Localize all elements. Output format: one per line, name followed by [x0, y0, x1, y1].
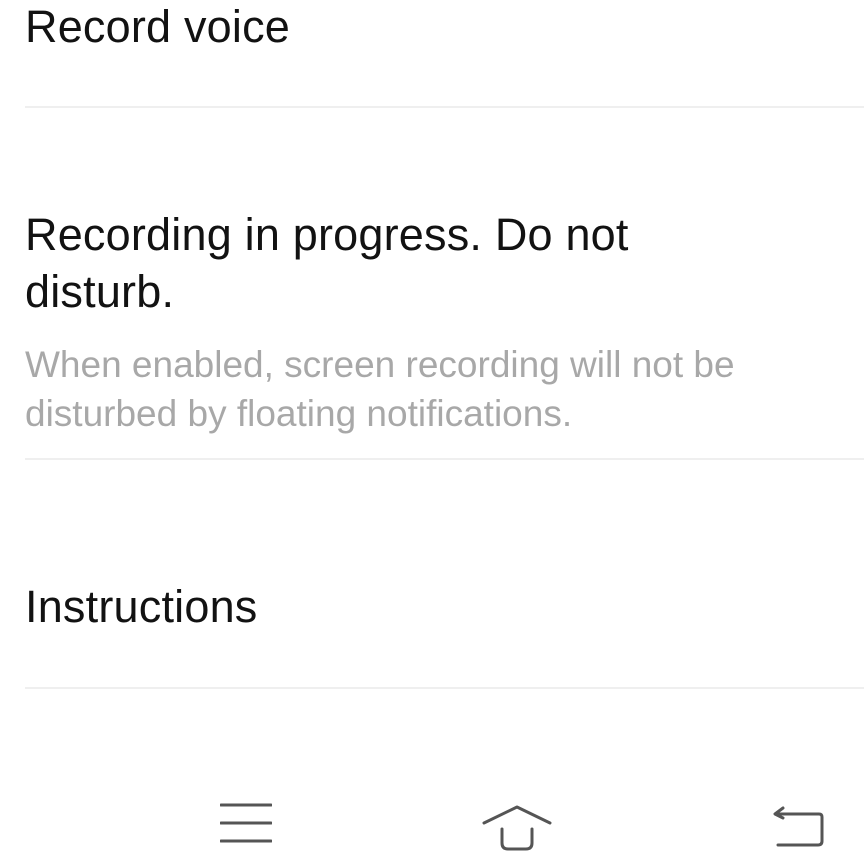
back-button[interactable]	[764, 796, 832, 856]
record-voice-title: Record voice	[25, 1, 291, 52]
instructions-title: Instructions	[25, 581, 258, 632]
divider	[25, 687, 864, 689]
screen-recording-settings: Record voice Recording in progress. Do n…	[0, 0, 864, 864]
home-button[interactable]	[474, 794, 560, 860]
instructions-row[interactable]: Instructions	[0, 460, 864, 688]
do-not-disturb-row[interactable]: Recording in progress. Do not disturb. W…	[0, 108, 864, 460]
back-icon	[773, 806, 824, 847]
home-icon	[482, 805, 552, 851]
do-not-disturb-description: When enabled, screen recording will not …	[25, 344, 735, 434]
navigation-bar	[0, 780, 864, 864]
menu-button[interactable]	[206, 788, 286, 858]
record-voice-row[interactable]: Record voice	[0, 0, 864, 108]
do-not-disturb-title: Recording in progress. Do not disturb.	[25, 209, 629, 317]
menu-icon	[220, 803, 272, 843]
